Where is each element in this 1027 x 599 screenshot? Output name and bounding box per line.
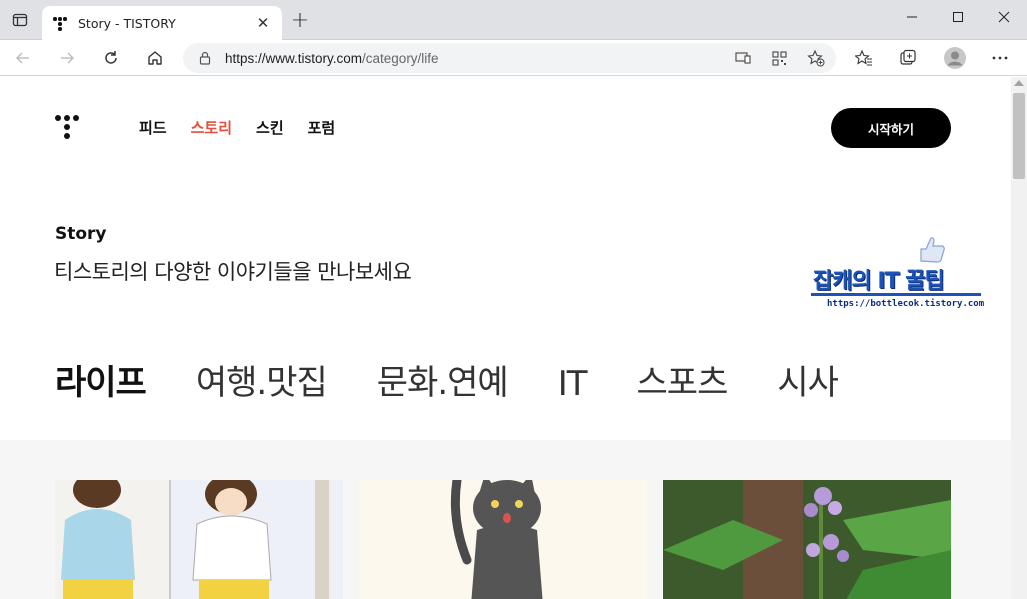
scroll-up-icon[interactable] (1014, 80, 1024, 86)
category-tab-it[interactable]: IT (558, 364, 588, 404)
category-tab-current[interactable]: 시사 (777, 355, 839, 404)
category-tabs: 라이프 여행.맛집 문화.연예 IT 스포츠 시사 (55, 355, 888, 404)
tab-title: Story - TISTORY (78, 15, 176, 31)
category-tab-life[interactable]: 라이프 (55, 355, 147, 404)
browser-toolbar: https://www.tistory.com/category/life (0, 40, 1027, 76)
new-tab-icon[interactable]: + (288, 8, 312, 33)
page-viewport: 피드 스토리 스킨 포럼 시작하기 Story 티스토리의 다양한 이야기들을 … (0, 77, 1011, 599)
nav-story[interactable]: 스토리 (191, 117, 232, 138)
more-options-icon[interactable] (986, 44, 1014, 72)
category-tab-sports[interactable]: 스포츠 (637, 355, 729, 404)
start-button[interactable]: 시작하기 (831, 108, 951, 148)
blog-banner[interactable]: 잡캐의 IT 꿀팁 https://bottlecok.tistory.com (805, 233, 990, 329)
page-scrollbar[interactable] (1011, 77, 1027, 599)
address-bar[interactable]: https://www.tistory.com/category/life (183, 43, 836, 73)
main-nav: 피드 스토리 스킨 포럼 (139, 117, 359, 138)
nav-forum[interactable]: 포럼 (308, 117, 336, 138)
post-thumbnail[interactable] (55, 480, 343, 599)
post-thumbnail[interactable] (359, 480, 647, 599)
maximize-icon[interactable] (935, 0, 981, 34)
banner-title: 잡캐의 IT 꿀팁 (813, 269, 945, 294)
profile-avatar-icon[interactable] (941, 44, 969, 72)
back-icon[interactable] (9, 44, 37, 72)
nav-feed[interactable]: 피드 (139, 117, 167, 138)
category-tab-travel[interactable]: 여행.맛집 (196, 355, 328, 404)
post-thumbnail[interactable] (663, 480, 951, 599)
browser-tab[interactable]: Story - TISTORY ✕ (42, 6, 282, 40)
banner-divider (811, 293, 981, 296)
tistory-logo-icon[interactable] (55, 115, 81, 141)
favorites-icon[interactable] (850, 44, 878, 72)
refresh-icon[interactable] (97, 44, 125, 72)
forward-icon[interactable] (53, 44, 81, 72)
thumbs-up-icon (917, 235, 947, 263)
app-available-icon[interactable] (732, 47, 754, 69)
tab-bar: Story - TISTORY ✕ + (0, 0, 1027, 40)
home-icon[interactable] (141, 44, 169, 72)
page-description: 티스토리의 다양한 이야기들을 만나보세요 (54, 260, 412, 284)
add-favorite-icon[interactable] (805, 47, 827, 69)
tistory-favicon-icon (52, 15, 68, 31)
scrollbar-thumb[interactable] (1013, 93, 1025, 179)
nav-skin[interactable]: 스킨 (256, 117, 284, 138)
collections-icon[interactable] (894, 44, 922, 72)
lock-icon[interactable] (197, 50, 213, 66)
qr-code-icon[interactable] (768, 47, 790, 69)
tab-actions-icon[interactable] (10, 10, 30, 30)
banner-url: https://bottlecok.tistory.com (827, 299, 985, 309)
page-title: Story (55, 224, 107, 244)
close-window-icon[interactable] (981, 0, 1027, 34)
category-tab-culture[interactable]: 문화.연예 (377, 355, 509, 404)
url-text: https://www.tistory.com/category/life (225, 50, 439, 66)
minimize-icon[interactable] (889, 0, 935, 34)
close-tab-icon[interactable]: ✕ (254, 14, 272, 32)
